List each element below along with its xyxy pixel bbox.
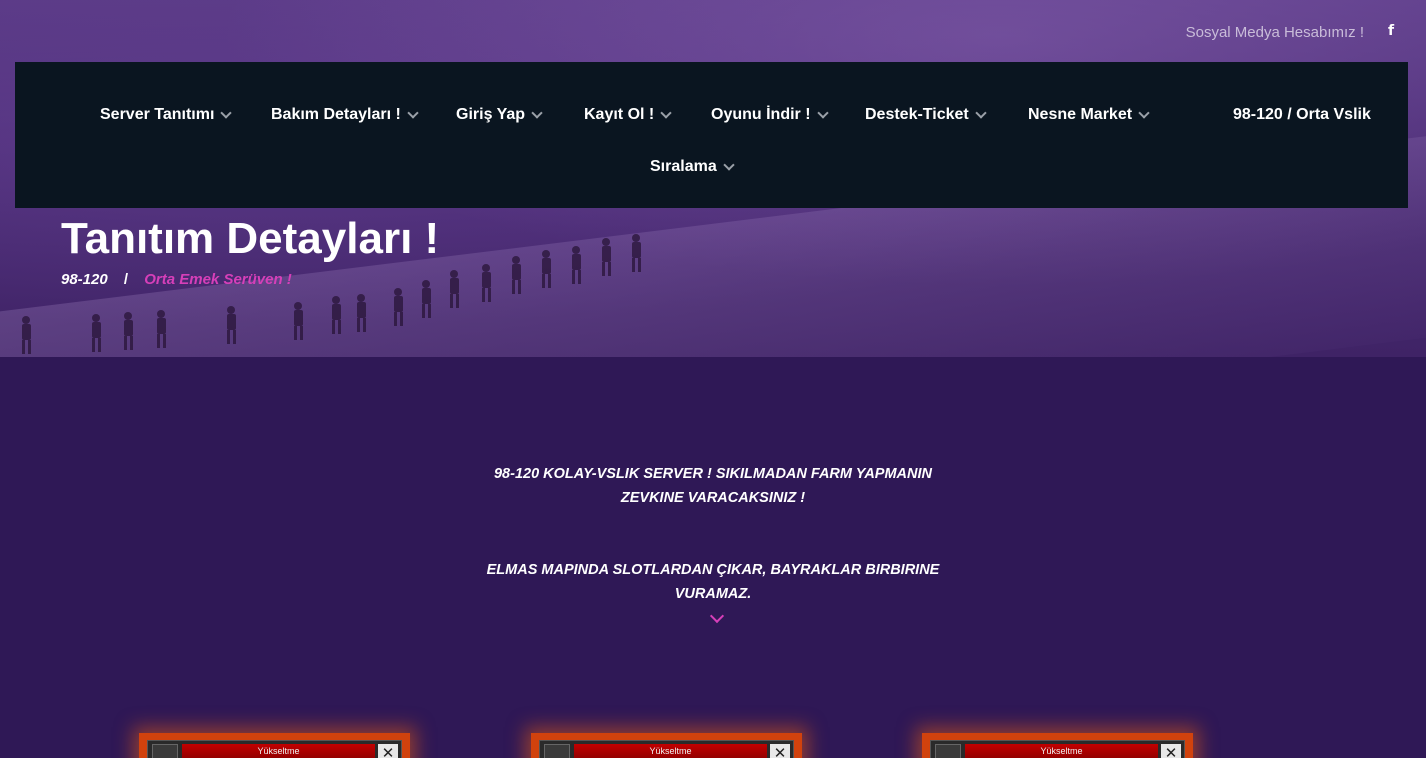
chevron-down-icon (407, 106, 419, 119)
nav-brand-label: 98-120 / Orta Vslik (1233, 106, 1371, 123)
chevron-down-icon (531, 106, 543, 119)
nav-item-label: Bakım Detayları ! (271, 106, 401, 123)
main-navigation: Server Tanıtımı Bakım Detayları ! Giriş … (15, 62, 1408, 208)
nav-item-destek-ticket[interactable]: Destek-Ticket (865, 106, 987, 124)
upgrade-window-title: Yükseltme (182, 744, 375, 758)
nav-brand[interactable]: 98-120 / Orta Vslik (1233, 106, 1371, 124)
intro-text: 98-120 KOLAY-VSLIK SERVER ! SIKILMADAN F… (463, 462, 963, 606)
item-slot-icon (544, 744, 570, 758)
nav-item-kayit-ol[interactable]: Kayıt Ol ! (584, 106, 672, 124)
chevron-down-icon (816, 106, 829, 119)
nav-item-label: Giriş Yap (456, 106, 526, 123)
upgrade-window: Yükseltme ✕ (539, 740, 794, 758)
nav-item-label: Server Tanıtımı (100, 106, 215, 123)
nav-item-label: Oyunu İndir ! (711, 106, 811, 123)
intro-paragraph: 98-120 KOLAY-VSLIK SERVER ! SIKILMADAN F… (493, 466, 932, 506)
upgrade-window: Yükseltme ✕ (147, 740, 402, 758)
social-media-label: Sosyal Medya Hesabımız ! (1185, 24, 1364, 41)
upgrade-window: Yükseltme ✕ (930, 740, 1185, 758)
breadcrumb: 98-120 / Orta Emek Serüven ! (61, 271, 292, 288)
upgrade-screenshot-card[interactable]: Yükseltme ✕ (139, 733, 410, 758)
chevron-down-icon (723, 158, 735, 171)
chevron-down-icon (1138, 106, 1150, 119)
chevron-down-icon (220, 106, 233, 119)
breadcrumb-current: Orta Emek Serüven ! (144, 271, 292, 288)
chevron-down-icon (660, 106, 672, 119)
intro-paragraph: ELMAS MAPINDA SLOTLARDAN ÇIKAR, BAYRAKLA… (486, 562, 940, 602)
nav-item-bakim-detaylari[interactable]: Bakım Detayları ! (271, 106, 419, 124)
nav-item-giris-yap[interactable]: Giriş Yap (456, 106, 543, 124)
nav-item-label: Nesne Market (1028, 106, 1133, 123)
facebook-icon[interactable]: f (1385, 23, 1397, 41)
upgrade-window-title: Yükseltme (965, 744, 1158, 758)
close-icon: ✕ (770, 744, 790, 758)
breadcrumb-home-link[interactable]: 98-120 (61, 271, 108, 288)
breadcrumb-separator: / (123, 271, 129, 288)
nav-item-label: Kayıt Ol ! (584, 106, 655, 123)
upgrade-screenshot-card[interactable]: Yükseltme ✕ (922, 733, 1193, 758)
page-title: Tanıtım Detayları ! (61, 214, 440, 263)
nav-item-siralama[interactable]: Sıralama (650, 158, 735, 176)
nav-item-oyunu-indir[interactable]: Oyunu İndir ! (711, 106, 829, 124)
chevron-down-icon[interactable] (709, 608, 725, 624)
nav-item-label: Sıralama (650, 158, 717, 175)
nav-item-server-tanitimi[interactable]: Server Tanıtımı (100, 106, 233, 124)
item-slot-icon (152, 744, 178, 758)
nav-item-nesne-market[interactable]: Nesne Market (1028, 106, 1150, 124)
nav-item-label: Destek-Ticket (865, 106, 969, 123)
upgrade-screenshot-card[interactable]: Yükseltme ✕ (531, 733, 802, 758)
close-icon: ✕ (378, 744, 398, 758)
chevron-down-icon (975, 106, 987, 119)
upgrade-window-title: Yükseltme (574, 744, 767, 758)
item-slot-icon (935, 744, 961, 758)
close-icon: ✕ (1161, 744, 1181, 758)
